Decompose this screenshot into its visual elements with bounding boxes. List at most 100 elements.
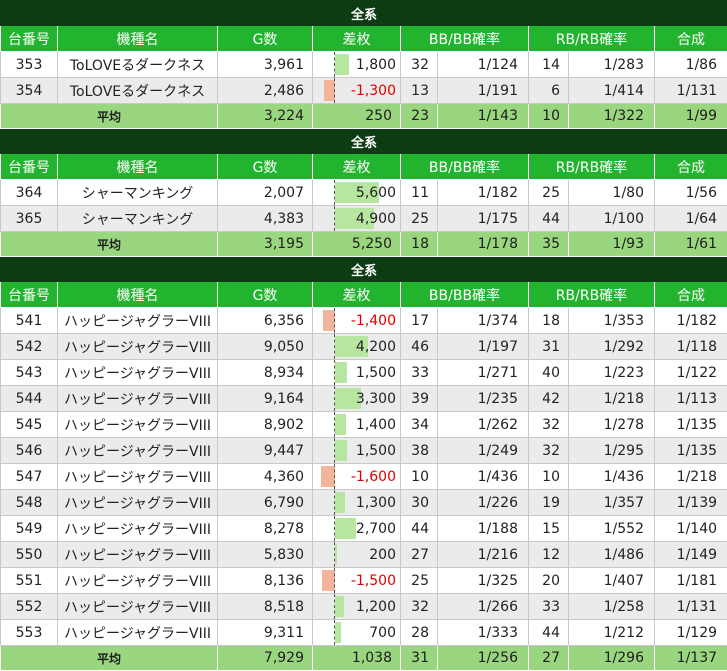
game-count: 9,164: [218, 386, 313, 412]
diff-value: 4,200: [313, 335, 400, 359]
bb-rate: 1/262: [438, 412, 529, 438]
rb-rate: 1/292: [569, 334, 655, 360]
machine-name: ハッピージャグラーVIII: [58, 412, 218, 438]
machine-number: 364: [1, 180, 58, 206]
table-row[interactable]: 548ハッピージャグラーVIII6,7901,300301/226191/357…: [1, 490, 727, 516]
machine-name: シャーマンキング: [58, 180, 218, 206]
bb-count: 27: [401, 542, 438, 568]
bb-count: 13: [401, 78, 438, 104]
rb-count: 6: [529, 78, 569, 104]
game-count: 2,007: [218, 180, 313, 206]
bb-count: 17: [401, 308, 438, 334]
diff-cell: 1,300: [313, 490, 401, 516]
header-machine-name: 機種名: [58, 282, 218, 308]
rb-rate: 1/283: [569, 52, 655, 78]
diff-value: 700: [313, 621, 400, 645]
bb-count: 11: [401, 180, 438, 206]
combined-rate: 1/131: [655, 78, 727, 104]
rb-rate: 1/414: [569, 78, 655, 104]
combined-rate: 1/64: [655, 206, 727, 232]
machine-name: ToLOVEるダークネス: [58, 52, 218, 78]
diff-cell: 1,200: [313, 594, 401, 620]
machine-name: ハッピージャグラーVIII: [58, 386, 218, 412]
game-count: 6,356: [218, 308, 313, 334]
rb-rate: 1/552: [569, 516, 655, 542]
bb-rate: 1/188: [438, 516, 529, 542]
machine-name: ハッピージャグラーVIII: [58, 464, 218, 490]
diff-value: 1,500: [313, 439, 400, 463]
machine-number: 545: [1, 412, 58, 438]
table-row[interactable]: 547ハッピージャグラーVIII4,360-1,600101/436101/43…: [1, 464, 727, 490]
header-total: 合成: [655, 282, 727, 308]
machine-name: ハッピージャグラーVIII: [58, 594, 218, 620]
machine-number: 547: [1, 464, 58, 490]
machine-number: 552: [1, 594, 58, 620]
bb-rate: 1/175: [438, 206, 529, 232]
header-machine-number: 台番号: [1, 282, 58, 308]
diff-value: 3,300: [313, 387, 400, 411]
table-row[interactable]: 551ハッピージャグラーVIII8,136-1,500251/325201/40…: [1, 568, 727, 594]
average-rb-rate: 1/296: [569, 646, 655, 671]
bb-count: 38: [401, 438, 438, 464]
average-rb-rate: 1/322: [569, 104, 655, 129]
header-diff: 差枚: [313, 282, 401, 308]
combined-rate: 1/181: [655, 568, 727, 594]
game-count: 9,447: [218, 438, 313, 464]
combined-rate: 1/135: [655, 438, 727, 464]
combined-rate: 1/131: [655, 594, 727, 620]
diff-value: 1,400: [313, 413, 400, 437]
average-combined-rate: 1/61: [655, 232, 727, 257]
rb-count: 15: [529, 516, 569, 542]
machine-number: 354: [1, 78, 58, 104]
bb-count: 25: [401, 568, 438, 594]
average-diff: 1,038: [313, 646, 401, 671]
table-row[interactable]: 353ToLOVEるダークネス3,9611,800321/124141/2831…: [1, 52, 727, 78]
game-count: 8,902: [218, 412, 313, 438]
rb-rate: 1/100: [569, 206, 655, 232]
table-row[interactable]: 365シャーマンキング4,3834,900251/175441/1001/64: [1, 206, 727, 232]
bb-rate: 1/191: [438, 78, 529, 104]
diff-cell: 3,300: [313, 386, 401, 412]
combined-rate: 1/86: [655, 52, 727, 78]
average-label: 平均: [1, 232, 218, 257]
combined-rate: 1/139: [655, 490, 727, 516]
table-row[interactable]: 543ハッピージャグラーVIII8,9341,500331/271401/223…: [1, 360, 727, 386]
machine-number: 541: [1, 308, 58, 334]
table-row[interactable]: 545ハッピージャグラーVIII8,9021,400341/262321/278…: [1, 412, 727, 438]
rb-count: 25: [529, 180, 569, 206]
table-row[interactable]: 553ハッピージャグラーVIII9,311700281/333441/2121/…: [1, 620, 727, 646]
diff-value: 1,300: [313, 491, 400, 515]
section-banner: 全系: [1, 129, 727, 154]
header-machine-name: 機種名: [58, 154, 218, 180]
bb-rate: 1/374: [438, 308, 529, 334]
table-row[interactable]: 364シャーマンキング2,0075,600111/182251/801/56: [1, 180, 727, 206]
table-row[interactable]: 544ハッピージャグラーVIII9,1643,300391/235421/218…: [1, 386, 727, 412]
column-header-row: 台番号機種名G数差枚BB/BB確率RB/RB確率合成: [1, 154, 727, 180]
average-games: 3,195: [218, 232, 313, 257]
table-row[interactable]: 541ハッピージャグラーVIII6,356-1,400171/374181/35…: [1, 308, 727, 334]
table-row[interactable]: 552ハッピージャグラーVIII8,5181,200321/266331/258…: [1, 594, 727, 620]
machine-name: ハッピージャグラーVIII: [58, 334, 218, 360]
header-games: G数: [218, 26, 313, 52]
table-row[interactable]: 546ハッピージャグラーVIII9,4471,500381/249321/295…: [1, 438, 727, 464]
machine-name: ハッピージャグラーVIII: [58, 308, 218, 334]
section-banner-title: 全系: [1, 129, 727, 154]
header-diff: 差枚: [313, 154, 401, 180]
table-row[interactable]: 550ハッピージャグラーVIII5,830200271/216121/4861/…: [1, 542, 727, 568]
header-games: G数: [218, 282, 313, 308]
table-row[interactable]: 549ハッピージャグラーVIII8,2782,700441/188151/552…: [1, 516, 727, 542]
machine-number: 365: [1, 206, 58, 232]
machine-name: シャーマンキング: [58, 206, 218, 232]
machine-number: 544: [1, 386, 58, 412]
bb-rate: 1/249: [438, 438, 529, 464]
game-count: 6,790: [218, 490, 313, 516]
table-row[interactable]: 354ToLOVEるダークネス2,486-1,300131/19161/4141…: [1, 78, 727, 104]
table-row[interactable]: 542ハッピージャグラーVIII9,0504,200461/197311/292…: [1, 334, 727, 360]
average-bb-rate: 1/178: [438, 232, 529, 257]
bb-count: 25: [401, 206, 438, 232]
bb-rate: 1/226: [438, 490, 529, 516]
column-header-row: 台番号機種名G数差枚BB/BB確率RB/RB確率合成: [1, 282, 727, 308]
average-label: 平均: [1, 646, 218, 671]
header-diff: 差枚: [313, 26, 401, 52]
machine-name: ハッピージャグラーVIII: [58, 490, 218, 516]
